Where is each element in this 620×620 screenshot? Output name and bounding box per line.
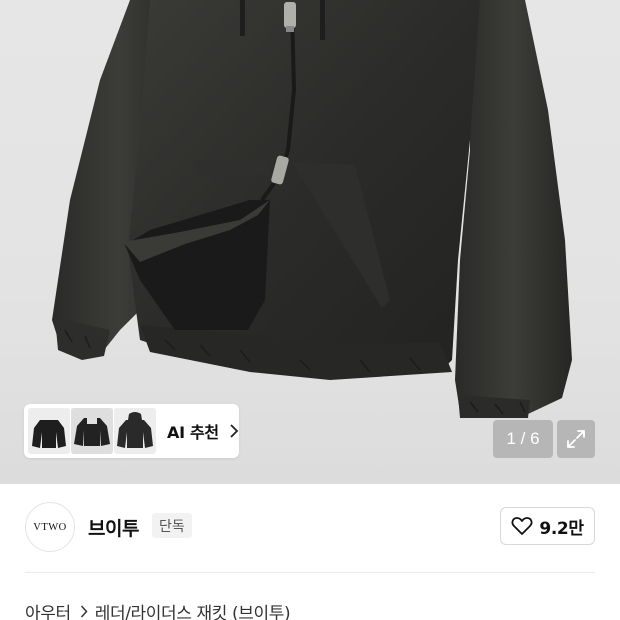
expand-image-button[interactable]: [557, 420, 595, 458]
ai-thumbnail-3[interactable]: [114, 408, 156, 454]
jacket-thumb-icon: [114, 408, 156, 454]
brand-logo-text: VTWO: [33, 521, 67, 533]
brand-logo[interactable]: VTWO: [25, 502, 75, 552]
breadcrumb-item-category[interactable]: 레더/라이더스 재킷 (브이투): [95, 599, 291, 620]
brand-row: VTWO 브이투 단독 9.2만: [0, 496, 620, 556]
ai-recommend-label: AI 추천: [167, 423, 219, 442]
divider: [25, 572, 595, 573]
expand-icon: [567, 430, 585, 448]
breadcrumb: 아우터 레더/라이더스 재킷 (브이투): [25, 599, 291, 620]
exclusive-badge: 단독: [152, 513, 192, 538]
product-image-gallery[interactable]: AI 추천 1 / 6: [0, 0, 620, 484]
chevron-right-icon: [230, 424, 239, 438]
jacket-thumb-icon: [71, 408, 113, 454]
chevron-right-icon: [80, 604, 88, 618]
like-count: 9.2만: [539, 518, 584, 539]
ai-recommend-card[interactable]: AI 추천: [24, 404, 239, 458]
jacket-thumb-icon: [28, 408, 70, 454]
brand-name[interactable]: 브이투: [88, 514, 139, 541]
heart-outline-icon: [511, 517, 533, 535]
image-counter: 1 / 6: [493, 420, 553, 458]
ai-thumbnail-1[interactable]: [28, 408, 70, 454]
ai-thumbnail-2[interactable]: [71, 408, 113, 454]
breadcrumb-item-outer[interactable]: 아우터: [25, 599, 71, 620]
like-button[interactable]: 9.2만: [500, 507, 595, 545]
